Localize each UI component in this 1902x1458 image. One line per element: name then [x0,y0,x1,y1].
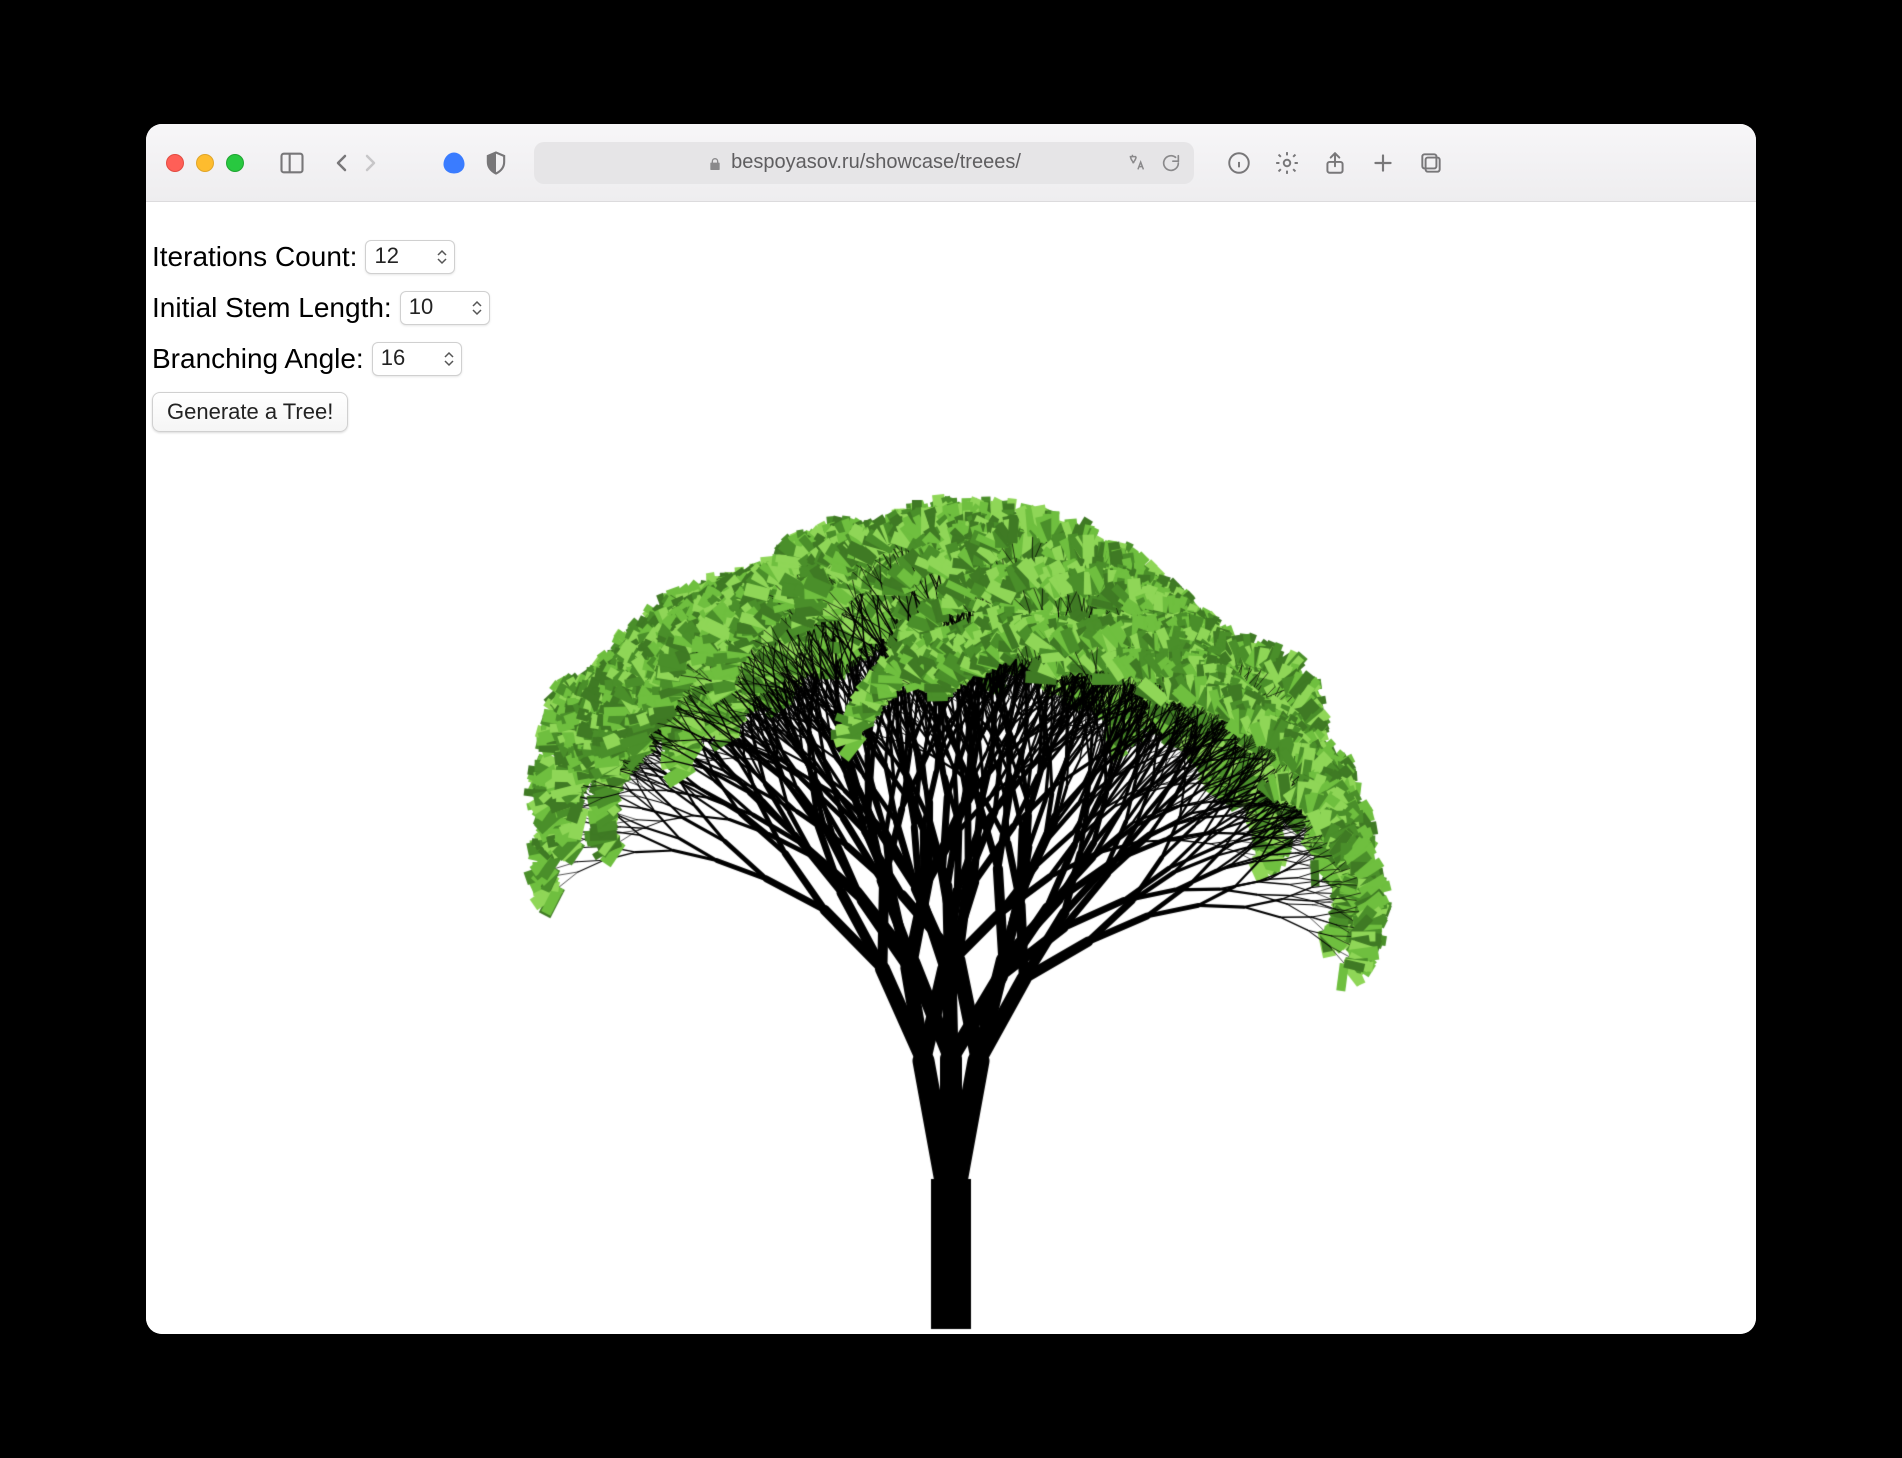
tree-canvas-wrap [146,202,1756,1334]
url-text: bespoyasov.ru/showcase/treees/ [731,151,1021,174]
translate-icon[interactable] [1126,152,1148,174]
back-button[interactable] [330,151,354,175]
fullscreen-window-button[interactable] [226,154,244,172]
page-content: Iterations Count: 12 Initial Stem Length… [146,202,1756,1334]
forward-button[interactable] [358,151,382,175]
sidebar-icon[interactable] [278,149,306,177]
browser-toolbar: bespoyasov.ru/showcase/treees/ [146,124,1756,202]
lock-icon [707,155,723,171]
refresh-icon[interactable] [1160,152,1182,174]
close-window-button[interactable] [166,154,184,172]
minimize-window-button[interactable] [196,154,214,172]
tabs-overview-icon[interactable] [1418,150,1444,176]
tree-canvas [201,274,1701,1334]
settings-gear-icon[interactable] [1274,150,1300,176]
privacy-shield-icon[interactable] [482,149,510,177]
share-icon[interactable] [1322,150,1348,176]
vpn-icon[interactable] [440,149,468,177]
browser-window: bespoyasov.ru/showcase/treees/ [146,124,1756,1334]
new-tab-icon[interactable] [1370,150,1396,176]
reader-info-icon[interactable] [1226,150,1252,176]
traffic-lights [166,154,244,172]
url-bar[interactable]: bespoyasov.ru/showcase/treees/ [534,142,1194,184]
